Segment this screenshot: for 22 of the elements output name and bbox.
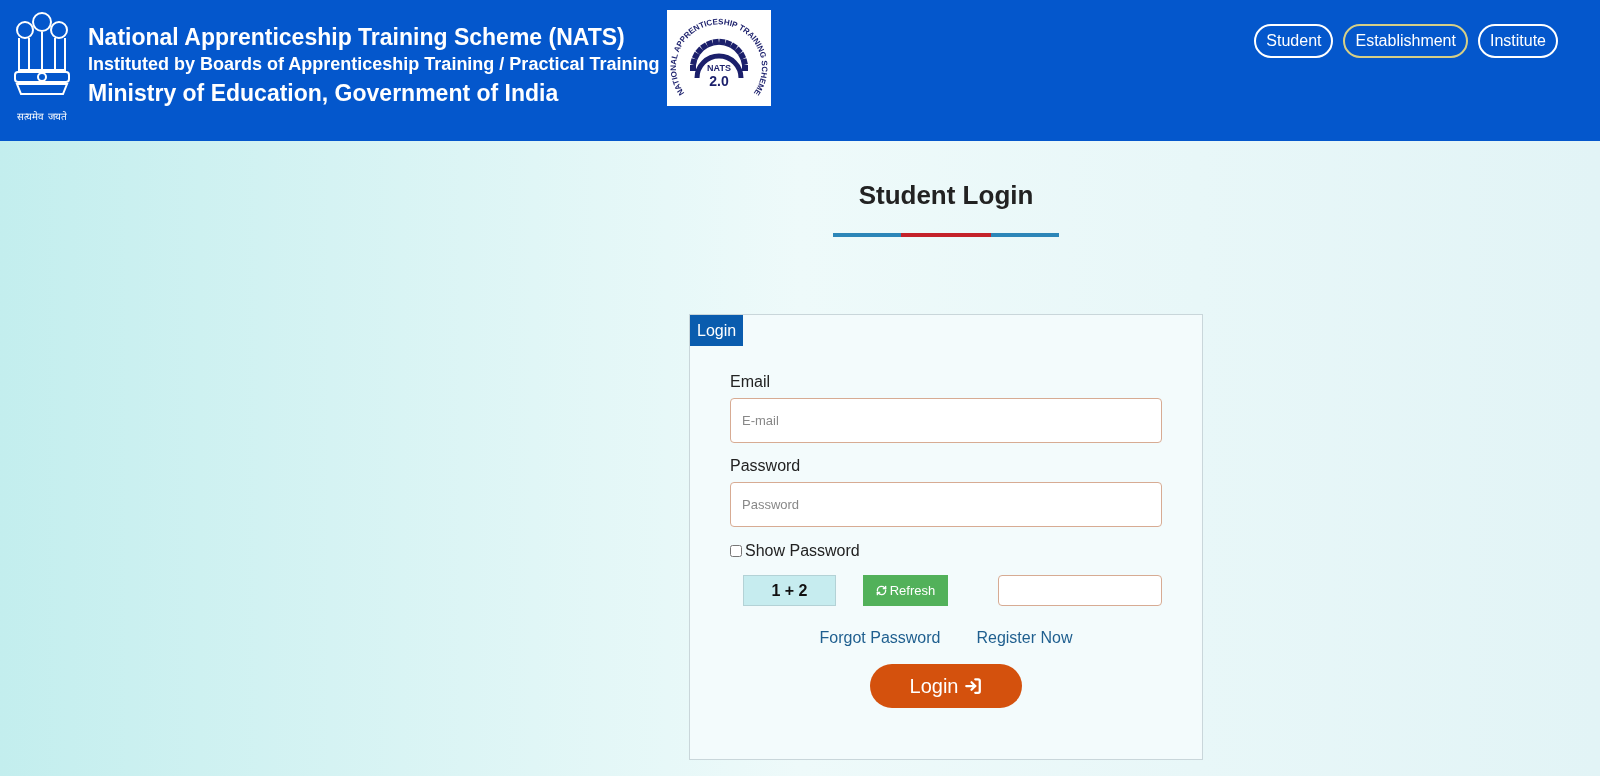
link[interactable]: Register Now <box>976 626 1073 650</box>
nav-button[interactable]: Institute <box>1477 24 1558 58</box>
refresh-icon <box>875 585 887 596</box>
nav-button[interactable]: Establishment <box>1343 24 1468 58</box>
login-button[interactable]: Login <box>870 664 1022 708</box>
login-icon <box>964 677 983 695</box>
field-label: Password <box>730 456 802 476</box>
site-subtitle: Instituted by Boards of Apprenticeship Training / Practical Training <box>88 53 660 76</box>
site-title: National Apprenticeship Training Scheme (NATS) <box>88 23 626 52</box>
show-password-checkbox[interactable] <box>730 545 742 557</box>
link[interactable]: Forgot Password <box>819 626 941 650</box>
card-legend: Login <box>690 315 744 346</box>
page-title: Student Login <box>858 179 1034 211</box>
emblem-motto: सत्यमेव जयते <box>17 112 67 122</box>
captcha-answer-field[interactable] <box>998 575 1162 606</box>
nav-button[interactable]: Student <box>1254 24 1334 58</box>
checkbox-label: Show Password <box>745 541 860 561</box>
field-label: Email <box>730 372 771 392</box>
input-field[interactable]: E-mail <box>730 398 1162 443</box>
captcha-question: 1 + 2 <box>743 575 836 606</box>
input-field[interactable]: Password <box>730 482 1162 527</box>
ministry-name: Ministry of Education, Government of India <box>88 79 560 108</box>
